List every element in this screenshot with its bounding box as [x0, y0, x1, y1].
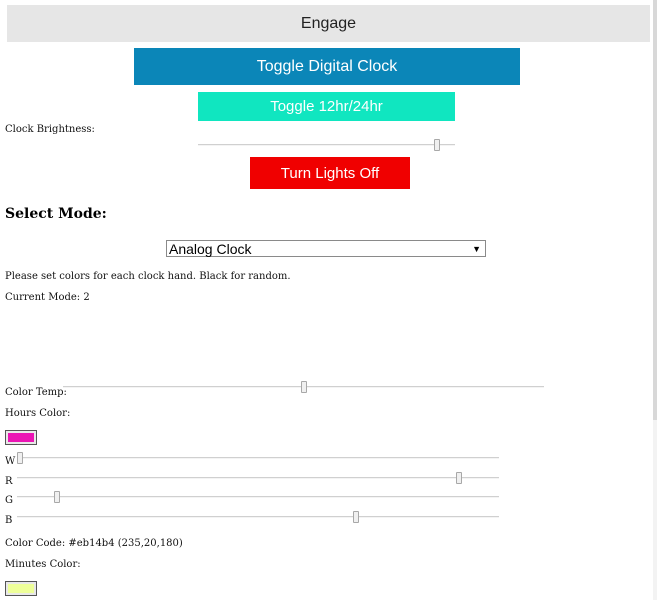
color-temp-slider[interactable]: [63, 380, 544, 394]
w-channel-slider[interactable]: [17, 451, 499, 465]
brightness-slider[interactable]: [198, 138, 455, 152]
hours-color-fill: [8, 433, 34, 442]
toggle-digital-clock-button[interactable]: Toggle Digital Clock: [134, 48, 520, 85]
hours-color-label: Hours Color:: [5, 408, 71, 419]
color-temp-label: Color Temp:: [5, 387, 67, 398]
color-code-text: Color Code: #eb14b4 (235,20,180): [5, 538, 183, 549]
w-channel-slider-track: [17, 457, 499, 459]
page-scrollbar-thumb[interactable]: [653, 0, 657, 420]
w-channel-label: W: [5, 456, 16, 467]
turn-lights-off-button[interactable]: Turn Lights Off: [250, 157, 410, 189]
g-channel-label: G: [5, 495, 13, 506]
current-mode-text: Current Mode: 2: [5, 292, 90, 303]
minutes-color-swatch[interactable]: [5, 581, 37, 596]
b-channel-slider[interactable]: [17, 510, 499, 524]
minutes-color-label: Minutes Color:: [5, 559, 81, 570]
page-scrollbar[interactable]: [653, 0, 657, 600]
engage-button[interactable]: Engage: [7, 5, 650, 42]
mode-hint-text: Please set colors for each clock hand. B…: [5, 271, 291, 282]
clock-brightness-label: Clock Brightness:: [5, 124, 95, 135]
b-channel-slider-track: [17, 516, 499, 518]
chevron-down-icon: ▼: [472, 243, 481, 254]
color-temp-slider-thumb[interactable]: [301, 381, 307, 393]
brightness-slider-thumb[interactable]: [434, 139, 440, 151]
page: Engage Toggle Digital Clock Toggle 12hr/…: [0, 0, 657, 600]
mode-select[interactable]: Analog Clock ▼: [166, 240, 486, 257]
toggle-12-24-button[interactable]: Toggle 12hr/24hr: [198, 92, 455, 121]
hours-color-swatch[interactable]: [5, 430, 37, 445]
minutes-color-fill: [8, 584, 34, 593]
w-channel-slider-thumb[interactable]: [17, 452, 23, 464]
mode-select-value: Analog Clock: [169, 240, 252, 257]
b-channel-label: B: [5, 515, 13, 526]
g-channel-slider-thumb[interactable]: [54, 491, 60, 503]
brightness-slider-track: [198, 144, 455, 146]
r-channel-slider-track: [17, 477, 499, 479]
r-channel-slider-thumb[interactable]: [456, 472, 462, 484]
r-channel-slider[interactable]: [17, 471, 499, 485]
b-channel-slider-thumb[interactable]: [353, 511, 359, 523]
g-channel-slider[interactable]: [17, 490, 499, 504]
r-channel-label: R: [5, 476, 13, 487]
g-channel-slider-track: [17, 496, 499, 498]
select-mode-heading: Select Mode:: [5, 206, 107, 222]
